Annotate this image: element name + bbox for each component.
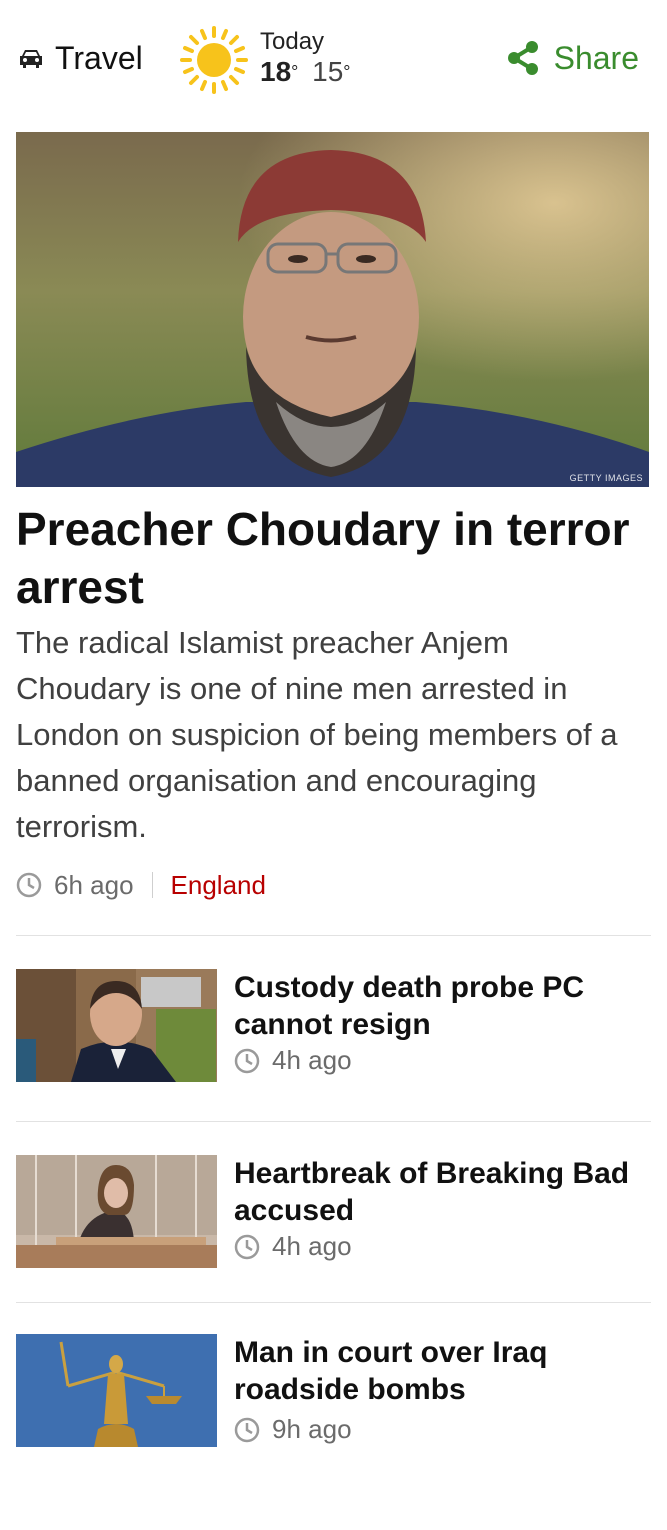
story-thumbnail — [16, 969, 217, 1082]
lead-story-time: 6h ago — [54, 869, 134, 900]
preacher-photo — [16, 132, 649, 487]
divider — [16, 1302, 651, 1303]
share-button[interactable]: Share — [506, 36, 639, 80]
meta-separator — [151, 872, 153, 898]
story-time: 4h ago — [272, 1045, 352, 1075]
story-meta: 4h ago — [234, 1045, 352, 1076]
story-meta: 9h ago — [234, 1414, 352, 1445]
list-item[interactable]: Heartbreak of Breaking Bad accused 4h ag… — [16, 1155, 651, 1269]
share-label: Share — [553, 39, 639, 76]
weather-widget[interactable]: Today 18° 15° — [178, 24, 351, 96]
clock-icon — [234, 1417, 260, 1442]
story-title[interactable]: Custody death probe PC cannot resign — [234, 969, 652, 1043]
list-item[interactable]: Custody death probe PC cannot resign 4h … — [16, 969, 651, 1083]
lead-story-meta: 6h ago England — [16, 866, 266, 904]
lead-story-summary: The radical Islamist preacher Anjem Chou… — [16, 625, 618, 844]
story-title[interactable]: Heartbreak of Breaking Bad accused — [234, 1155, 652, 1229]
story-time: 4h ago — [272, 1231, 352, 1261]
temperature-low: 15 — [312, 56, 344, 87]
sun-icon — [180, 26, 248, 94]
story-thumbnail — [16, 1155, 217, 1268]
temperature-high: 18 — [260, 56, 292, 87]
police-officer-photo — [16, 969, 217, 1082]
story-thumbnail — [16, 1334, 217, 1447]
top-bar: Travel Today 18° 15° Share — [0, 0, 667, 120]
news-page: Travel Today 18° 15° Share GETTY IMAGES … — [0, 0, 667, 1530]
clock-icon — [234, 1048, 260, 1073]
share-icon — [507, 41, 538, 75]
lead-story-image[interactable]: GETTY IMAGES — [16, 132, 649, 487]
travel-link[interactable]: Travel — [17, 36, 143, 80]
lead-story-tag-england[interactable]: England — [171, 870, 266, 901]
divider — [16, 1121, 651, 1122]
clock-icon — [16, 872, 42, 898]
weather-temperatures: 18° 15° — [260, 56, 351, 88]
court-dock-photo — [16, 1155, 217, 1268]
story-meta: 4h ago — [234, 1231, 352, 1262]
story-time: 9h ago — [272, 1414, 352, 1444]
degree-symbol: ° — [343, 62, 351, 82]
divider — [16, 935, 651, 936]
car-icon — [20, 50, 42, 68]
lady-justice-statue-photo — [16, 1334, 217, 1447]
clock-icon — [234, 1234, 260, 1259]
image-credit: GETTY IMAGES — [569, 473, 643, 483]
lead-story-headline[interactable]: Preacher Choudary in terror arrest — [16, 500, 646, 616]
weather-day: Today — [260, 28, 325, 55]
degree-symbol: ° — [291, 62, 299, 82]
travel-label: Travel — [55, 39, 143, 76]
list-item[interactable]: Man in court over Iraq roadside bombs 9h… — [16, 1334, 651, 1448]
story-title[interactable]: Man in court over Iraq roadside bombs — [234, 1334, 652, 1408]
